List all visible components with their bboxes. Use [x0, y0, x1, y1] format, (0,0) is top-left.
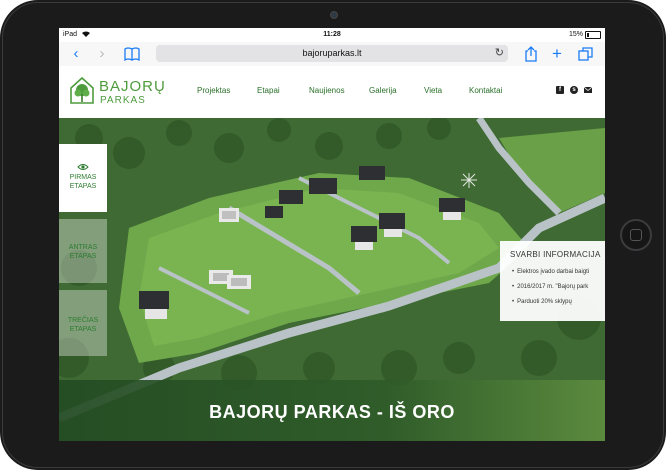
- info-item: Elektros įvado darbai baigti: [512, 269, 589, 275]
- tabs-icon[interactable]: [577, 45, 595, 63]
- tab-line1: PIRMAS: [69, 174, 97, 181]
- logo-subtitle: PARKAS: [100, 95, 146, 106]
- banner-title: BAJORŲ PARKAS - IŠ ORO: [209, 402, 455, 422]
- nav-item-galerija[interactable]: Galerija: [369, 86, 397, 95]
- battery-icon: [585, 31, 601, 39]
- nav-item-kontaktai[interactable]: Kontaktai: [469, 86, 502, 95]
- main-nav: Projektas Etapai Naujienos Galerija Viet…: [197, 86, 507, 100]
- tab-line1: ANTRAS: [68, 244, 98, 251]
- nav-item-vieta[interactable]: Vieta: [424, 86, 442, 95]
- battery-percent: 15%: [568, 31, 583, 38]
- hero-banner: BAJORŲ PARKAS - IŠ ORO: [59, 380, 605, 441]
- nav-item-projektas[interactable]: Projektas: [197, 86, 230, 95]
- share-icon[interactable]: [523, 45, 539, 63]
- url-text: bajoruparkas.lt: [302, 48, 362, 58]
- eye-icon: [77, 164, 89, 170]
- house-tree-logo-icon: [70, 76, 94, 104]
- site-logo[interactable]: BAJORŲ PARKAS: [69, 75, 165, 111]
- ipad-frame: iPad 11:28 15% ‹ › bajoruparkas.lt ↻ + B…: [0, 0, 666, 470]
- tab-line2: ETAPAS: [69, 326, 97, 333]
- status-bar: iPad 11:28 15%: [59, 28, 605, 42]
- facebook-icon[interactable]: f: [556, 86, 564, 94]
- info-title: SVARBI INFORMACIJA: [510, 250, 601, 259]
- clock: 11:28: [323, 31, 341, 38]
- logo-title: BAJORŲ: [99, 78, 166, 95]
- screen: iPad 11:28 15% ‹ › bajoruparkas.lt ↻ + B…: [59, 28, 605, 441]
- camera: [330, 11, 338, 19]
- tab-line1: TREČIAS: [67, 317, 99, 324]
- back-icon[interactable]: ‹: [69, 45, 83, 63]
- reload-icon[interactable]: ↻: [495, 46, 504, 59]
- tab-line2: ETAPAS: [69, 183, 97, 190]
- email-icon[interactable]: [584, 86, 592, 94]
- hero-aerial-image: PIRMAS ETAPAS ANTRAS ETAPAS TREČIAS ETAP…: [59, 118, 605, 441]
- tab-antras-etapas[interactable]: ANTRAS ETAPAS: [59, 219, 107, 283]
- home-button[interactable]: [620, 219, 652, 251]
- nav-item-etapai[interactable]: Etapai: [257, 86, 280, 95]
- tab-pirmas-etapas[interactable]: PIRMAS ETAPAS: [59, 144, 107, 212]
- address-bar[interactable]: bajoruparkas.lt ↻: [156, 45, 508, 62]
- new-tab-icon[interactable]: +: [549, 45, 565, 63]
- bookmarks-icon[interactable]: [123, 45, 141, 63]
- info-item: 2016/2017 m. "Bajorų park: [512, 284, 588, 290]
- important-info-panel: SVARBI INFORMACIJA Elektros įvado darbai…: [500, 241, 605, 321]
- nav-item-naujienos[interactable]: Naujienos: [309, 86, 345, 95]
- info-item: Parduoti 20% sklypų: [512, 299, 572, 305]
- tab-trecias-etapas[interactable]: TREČIAS ETAPAS: [59, 290, 107, 356]
- site-header: BAJORŲ PARKAS Projektas Etapai Naujienos…: [59, 66, 605, 118]
- browser-toolbar: ‹ › bajoruparkas.lt ↻ +: [59, 42, 605, 67]
- tab-line2: ETAPAS: [69, 253, 97, 260]
- skype-icon[interactable]: s: [570, 86, 578, 94]
- forward-icon[interactable]: ›: [95, 45, 109, 63]
